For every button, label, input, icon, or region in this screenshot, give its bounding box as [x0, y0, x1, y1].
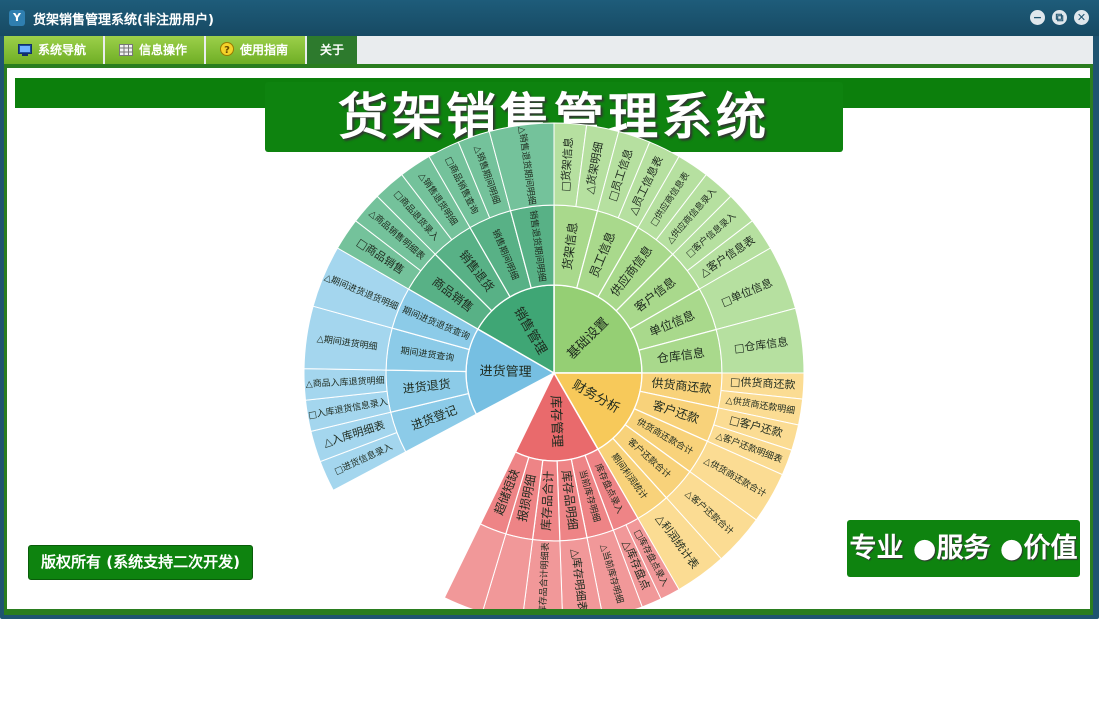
slogan-badge: 专业 ●服务 ●价值	[847, 520, 1080, 577]
app-window: Y 货架销售管理系统(非注册用户) − ⧉ ✕ 系统导航 信息操作 ? 使用指南…	[0, 0, 1099, 619]
tab-system-navigation[interactable]: 系统导航	[4, 36, 105, 64]
help-icon: ?	[220, 38, 234, 56]
close-button[interactable]: ✕	[1074, 10, 1089, 25]
content-area: 货架销售管理系统 基础设置 货架信息 □货架信息 △货架明细 员工信息 □员工信息 △员工信…	[4, 64, 1093, 615]
tab-user-guide[interactable]: ? 使用指南	[206, 36, 307, 64]
tab-about[interactable]: 关于	[307, 36, 359, 64]
tab-info-operation[interactable]: 信息操作	[105, 36, 206, 64]
copyright-badge: 版权所有 (系统支持二次开发)	[28, 545, 253, 580]
restore-button[interactable]: ⧉	[1052, 10, 1067, 25]
sunburst-group-label: 库存管理	[547, 395, 565, 448]
svg-text:?: ?	[224, 45, 230, 56]
minimize-button[interactable]: −	[1030, 10, 1045, 25]
tab-label: 关于	[319, 43, 344, 57]
app-icon: Y	[9, 10, 25, 26]
menu-bar: 系统导航 信息操作 ? 使用指南 关于	[4, 36, 1093, 64]
title-bar[interactable]: Y 货架销售管理系统(非注册用户) − ⧉ ✕	[0, 0, 1099, 36]
grid-icon	[119, 38, 133, 56]
monitor-icon	[18, 38, 32, 56]
sunburst-group-label: 进货管理	[479, 363, 531, 380]
navigation-canvas: 货架销售管理系统 基础设置 货架信息 □货架信息 △货架明细 员工信息 □员工信息 △员工信…	[7, 68, 1090, 609]
tab-label: 信息操作	[139, 43, 188, 57]
tab-label: 系统导航	[38, 43, 87, 57]
window-title: 货架销售管理系统(非注册用户)	[33, 13, 214, 28]
tab-label: 使用指南	[240, 43, 289, 57]
